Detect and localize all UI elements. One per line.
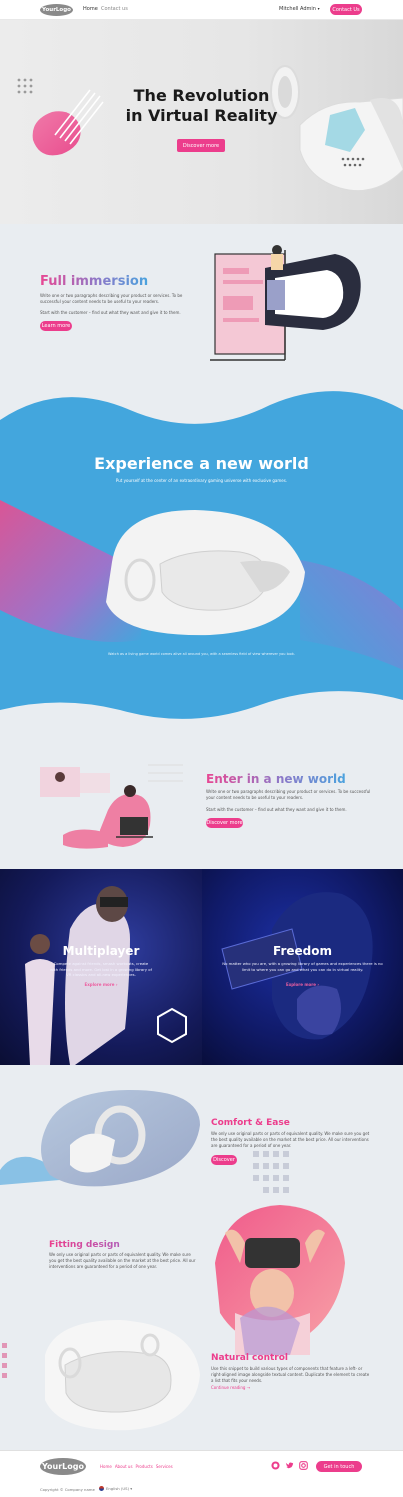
experience-subtitle: Put yourself at the center of an extraor… <box>115 478 288 483</box>
experience-title: Experience a new world <box>94 454 309 473</box>
enter-text-2: Start with the customer – find out what … <box>206 807 347 812</box>
freedom-explore-link[interactable]: Explore more › <box>202 982 403 987</box>
freedom-title: Freedom <box>273 944 332 958</box>
header-logo[interactable]: YourLogo <box>40 4 73 16</box>
comfort-title: Comfort & Ease <box>211 1118 290 1128</box>
comfort-text: We only use original parts or parts of e… <box>211 1131 370 1148</box>
nav-home[interactable]: Home <box>83 6 98 12</box>
footer-link-services[interactable]: Services <box>156 1464 173 1469</box>
fitting-text: We only use original parts or parts of e… <box>49 1252 196 1269</box>
github-icon[interactable] <box>271 1461 280 1470</box>
enter-discover-button[interactable]: Discover more <box>206 818 243 828</box>
footer-link-home[interactable]: Home <box>100 1464 112 1469</box>
headset-blob-image <box>2 1320 200 1431</box>
immersion-learn-more-button[interactable]: Learn more <box>40 321 72 331</box>
hero-title-line2: in Virtual Reality <box>125 106 278 125</box>
experience-headset-image <box>106 510 305 636</box>
copyright: Copyright © Company name <box>40 1487 95 1492</box>
get-in-touch-button[interactable]: Get in touch <box>316 1461 362 1472</box>
enter-text-1: Write one or two paragraphs describing y… <box>206 789 371 800</box>
contact-us-button[interactable]: Contact Us <box>330 4 362 15</box>
woman-headset-blob-image <box>215 1205 345 1355</box>
split-cards-section: Multiplayer Compete against friends, sma… <box>0 869 403 1065</box>
multiplayer-title: Multiplayer <box>62 944 140 958</box>
immersion-text-2: Start with the customer – find out what … <box>40 310 181 315</box>
footer-logo[interactable]: YourLogo <box>40 1458 86 1475</box>
continue-reading-link[interactable]: Continue reading → <box>211 1385 250 1390</box>
natural-control-title: Natural control <box>211 1353 288 1363</box>
freedom-card: Freedom No matter who you are, with a gr… <box>202 869 403 1065</box>
footer-links: Home About us Products Services <box>100 1464 173 1469</box>
hero-title-line1: The Revolution <box>133 86 270 105</box>
language-selector[interactable]: English (US) ▾ <box>99 1486 132 1491</box>
language-label: English (US) ▾ <box>106 1486 133 1491</box>
social-icons <box>271 1461 308 1470</box>
fitting-title: Fitting design <box>49 1240 120 1250</box>
twitter-icon[interactable] <box>285 1461 294 1470</box>
footer-link-about[interactable]: About us <box>115 1464 133 1469</box>
hero-section: The Revolution in Virtual Reality Discov… <box>0 20 403 224</box>
enter-new-world-section: Enter in a new world Write one or two pa… <box>0 740 403 870</box>
footer: YourLogo Home About us Products Services… <box>0 1450 403 1497</box>
natural-control-text: Use this snippet to build various types … <box>211 1366 370 1383</box>
controller-blob-image <box>0 1090 200 1187</box>
freedom-text: No matter who you are, with a growing li… <box>222 961 383 972</box>
hero-title: The Revolution in Virtual Reality <box>100 86 303 126</box>
features-section: Comfort & Ease We only use original part… <box>0 1065 403 1450</box>
flag-us-icon <box>99 1486 104 1491</box>
multiplayer-text: Compete against friends, smash workouts,… <box>50 961 152 977</box>
immersion-title: Full immersion <box>40 274 149 289</box>
user-name: Mitchell Admin <box>279 6 316 12</box>
gamer-illustration <box>40 764 183 849</box>
grid-squares-decoration <box>253 1151 289 1193</box>
experience-section: Experience a new world Put yourself at t… <box>0 380 403 740</box>
immersion-text-1: Write one or two paragraphs describing y… <box>40 293 183 304</box>
top-navbar: YourLogo Home Contact us Mitchell Admin … <box>0 0 403 20</box>
comfort-discover-button[interactable]: Discover <box>211 1155 237 1165</box>
hero-discover-button[interactable]: Discover more <box>177 139 225 152</box>
vr-screen-illustration <box>210 245 361 361</box>
enter-title: Enter in a new world <box>206 772 346 786</box>
footer-link-products[interactable]: Products <box>136 1464 153 1469</box>
chevron-down-icon: ▾ <box>317 6 320 11</box>
nav-contact-us[interactable]: Contact us <box>101 6 128 12</box>
experience-caption: Watch as a living game world comes alive… <box>108 652 295 656</box>
multiplayer-card: Multiplayer Compete against friends, sma… <box>0 869 202 1065</box>
instagram-icon[interactable] <box>299 1461 308 1470</box>
user-menu[interactable]: Mitchell Admin ▾ <box>279 6 320 12</box>
multiplayer-explore-link[interactable]: Explore more › <box>0 982 202 987</box>
